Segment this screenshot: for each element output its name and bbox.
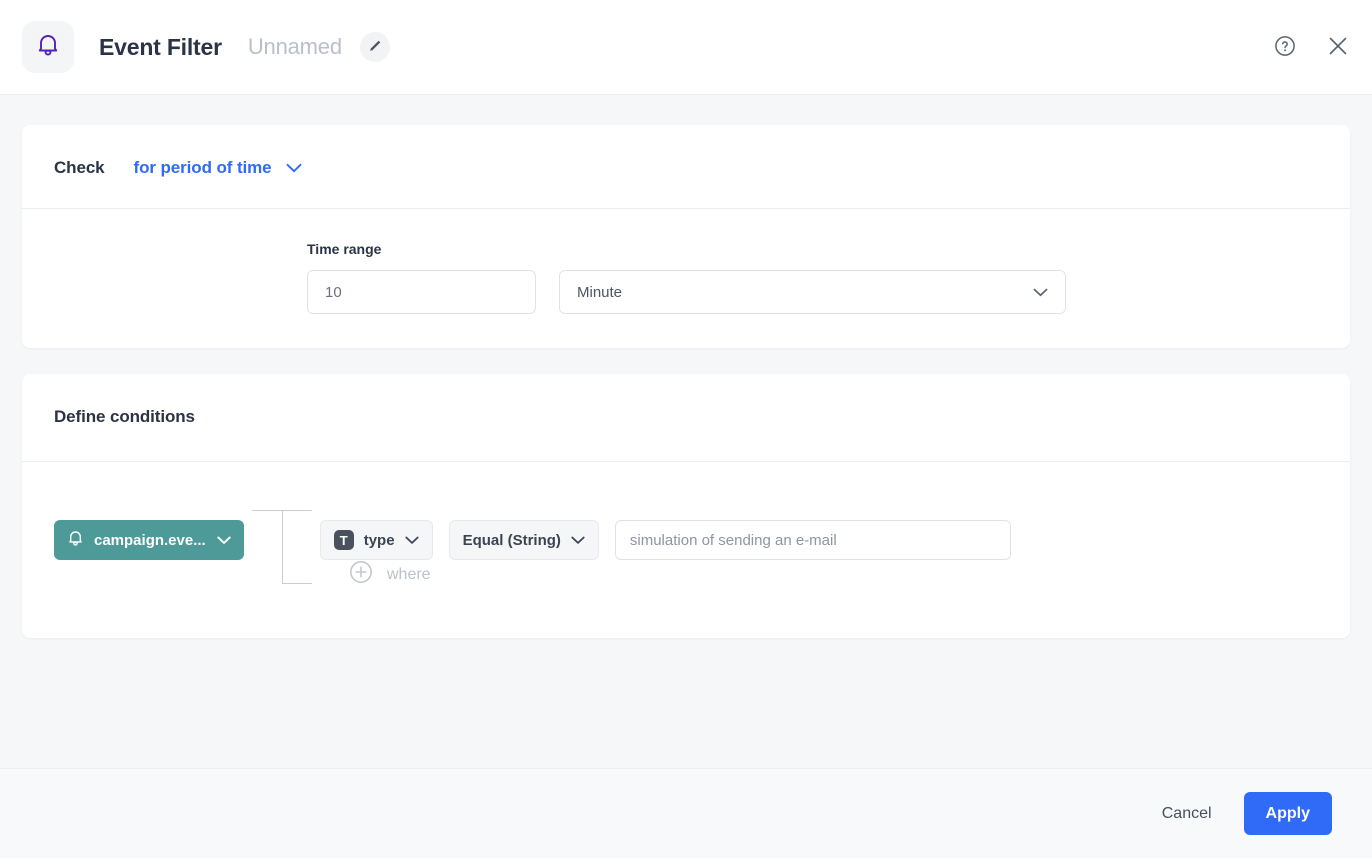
condition-controls: T type Equal (String) xyxy=(319,520,1011,560)
time-range-unit-select[interactable]: Minute xyxy=(559,270,1066,314)
condition-field-dropdown[interactable]: T type xyxy=(319,520,433,560)
chevron-down-icon xyxy=(286,158,302,178)
check-row: Check for period of time xyxy=(54,158,1318,208)
check-label: Check xyxy=(54,158,105,177)
pencil-icon xyxy=(368,39,382,56)
header-actions xyxy=(1274,34,1350,61)
close-button[interactable] xyxy=(1326,34,1350,61)
condition-field-label: type xyxy=(363,531,395,549)
text-type-icon: T xyxy=(333,530,354,550)
conditions-card: Define conditions campaign.eve... T type… xyxy=(22,374,1350,638)
condition-operator-label: Equal (String) xyxy=(462,531,561,549)
app-icon-badge xyxy=(22,21,74,73)
page-title: Event Filter xyxy=(99,33,222,60)
condition-row: campaign.eve... T type Equal (String) si… xyxy=(54,490,1318,590)
check-card: Check for period of time Time range Minu… xyxy=(22,125,1350,348)
edit-name-button[interactable] xyxy=(359,32,390,62)
cancel-button[interactable]: Cancel xyxy=(1158,795,1216,833)
event-source-dropdown[interactable]: campaign.eve... xyxy=(54,520,244,560)
apply-button[interactable]: Apply xyxy=(1243,792,1332,835)
add-where-label: where xyxy=(387,565,431,583)
event-source-label: campaign.eve... xyxy=(94,531,206,549)
time-range-amount-input[interactable] xyxy=(307,270,536,314)
dialog-footer: Cancel Apply xyxy=(0,768,1372,858)
condition-operator-dropdown[interactable]: Equal (String) xyxy=(448,520,599,560)
plus-circle-icon xyxy=(349,560,373,589)
bell-icon xyxy=(68,530,83,551)
help-circle-icon xyxy=(1274,35,1296,60)
time-range-controls: Minute xyxy=(307,270,1318,314)
check-mode-value: for period of time xyxy=(133,158,272,177)
conditions-body: campaign.eve... T type Equal (String) si… xyxy=(22,462,1350,638)
conditions-title: Define conditions xyxy=(54,407,195,426)
time-range-area: Time range Minute xyxy=(22,209,1350,348)
help-button[interactable] xyxy=(1274,35,1296,60)
bell-icon xyxy=(37,33,59,62)
add-where-button[interactable]: where xyxy=(349,560,431,589)
chevron-down-icon xyxy=(217,532,231,549)
dialog-content: Check for period of time Time range Minu… xyxy=(0,95,1372,768)
window-header: Event Filter Unnamed xyxy=(0,0,1372,95)
chevron-down-icon xyxy=(404,532,419,549)
condition-value-input[interactable] xyxy=(614,520,1011,560)
chevron-down-icon xyxy=(571,532,585,549)
time-range-unit-value: Minute xyxy=(577,283,623,301)
check-mode-dropdown[interactable]: for period of time xyxy=(134,158,302,178)
chevron-down-icon xyxy=(1033,284,1048,301)
close-icon xyxy=(1326,34,1350,61)
condition-tree-connector xyxy=(244,490,320,590)
time-range-label: Time range xyxy=(307,241,382,257)
filter-name: Unnamed xyxy=(247,34,342,59)
